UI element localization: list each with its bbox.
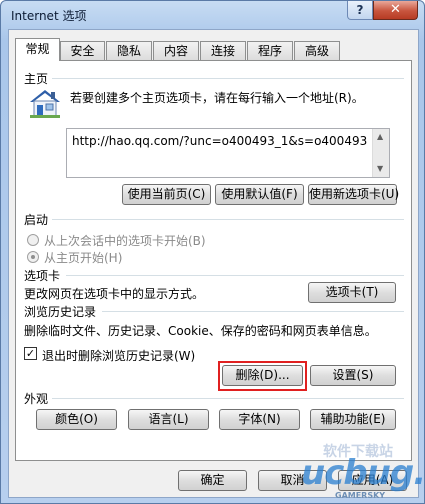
delete-on-exit-label: 退出时删除浏览历史记录(W): [42, 349, 196, 363]
tab-privacy[interactable]: 隐私: [106, 41, 152, 60]
history-divider: [102, 311, 404, 312]
appearance-section-title: 外观: [24, 392, 49, 406]
accessibility-button[interactable]: 辅助功能(E): [310, 409, 396, 430]
tab-advanced[interactable]: 高级: [294, 41, 340, 60]
startup-divider: [52, 219, 404, 220]
tabs-divider: [66, 275, 404, 276]
tab-programs[interactable]: 程序: [247, 41, 293, 60]
use-current-button[interactable]: 使用当前页(C): [122, 184, 211, 205]
watermark-logo: ucbug.cc: [301, 453, 425, 493]
tab-security[interactable]: 安全: [60, 41, 105, 60]
colors-button[interactable]: 颜色(O): [36, 409, 117, 430]
tab-general[interactable]: 常规: [15, 38, 60, 61]
help-button[interactable]: ?: [347, 1, 373, 20]
scroll-down-icon[interactable]: ▼: [377, 164, 383, 173]
tab-content[interactable]: 内容: [153, 41, 199, 60]
radio-last-session-label: 从上次会话中的选项卡开始(B): [44, 234, 206, 248]
internet-options-window: Internet 选项 ? ✕ 常规 安全 隐私 内容 连接 程序 高级 主页: [0, 0, 425, 504]
home-page-textarea[interactable]: http://hao.qq.com/?unc=o400493_1&s=o4004…: [66, 128, 390, 178]
home-instruction: 若要创建多个主页选项卡，请在每行输入一个地址(R)。: [70, 91, 364, 105]
history-settings-button[interactable]: 设置(S): [310, 365, 396, 386]
radio-last-session[interactable]: [27, 234, 39, 246]
home-page-url: http://hao.qq.com/?unc=o400493_1&s=o4004…: [72, 134, 367, 148]
appearance-divider: [52, 398, 404, 399]
window-title: Internet 选项: [11, 9, 87, 23]
radio-home[interactable]: [27, 251, 39, 263]
ok-button[interactable]: 确定: [178, 470, 247, 491]
home-divider: [52, 78, 404, 79]
home-section-title: 主页: [24, 72, 49, 86]
delete-on-exit-checkbox[interactable]: ✓: [24, 347, 37, 360]
fonts-button[interactable]: 字体(N): [219, 409, 300, 430]
watermark-en-text: GAMERSKY: [335, 491, 386, 500]
use-new-tab-button[interactable]: 使用新选项卡(U): [308, 184, 399, 205]
site-watermark: 软件下载站 ucbug.cc GAMERSKY: [301, 441, 425, 501]
startup-section-title: 启动: [24, 213, 49, 227]
tabs-description: 更改网页在选项卡中的显示方式。: [24, 287, 205, 301]
home-house-icon: [28, 87, 62, 119]
scroll-up-icon[interactable]: ▲: [377, 132, 383, 141]
delete-button-highlight: [218, 361, 307, 391]
tabs-section-title: 选项卡: [24, 269, 61, 283]
use-default-button[interactable]: 使用默认值(F): [215, 184, 304, 205]
tab-connections[interactable]: 连接: [200, 41, 246, 60]
radio-home-label: 从主页开始(H): [44, 251, 123, 265]
url-scrollbar[interactable]: ▲ ▼: [372, 129, 389, 177]
tabs-settings-button[interactable]: 选项卡(T): [308, 282, 396, 303]
languages-button[interactable]: 语言(L): [128, 409, 209, 430]
general-tab-panel: 主页 若要创建多个主页选项卡，请在每行输入一个地址(R)。 http://hao…: [15, 60, 412, 461]
dialog-client-area: 常规 安全 隐私 内容 连接 程序 高级 主页 若要创建多个主页选项卡，请在每行…: [8, 29, 419, 498]
history-section-title: 浏览历史记录: [24, 305, 97, 319]
close-button[interactable]: ✕: [373, 1, 418, 20]
history-description: 删除临时文件、历史记录、Cookie、保存的密码和网页表单信息。: [24, 324, 377, 338]
title-bar[interactable]: Internet 选项 ? ✕: [1, 1, 424, 29]
